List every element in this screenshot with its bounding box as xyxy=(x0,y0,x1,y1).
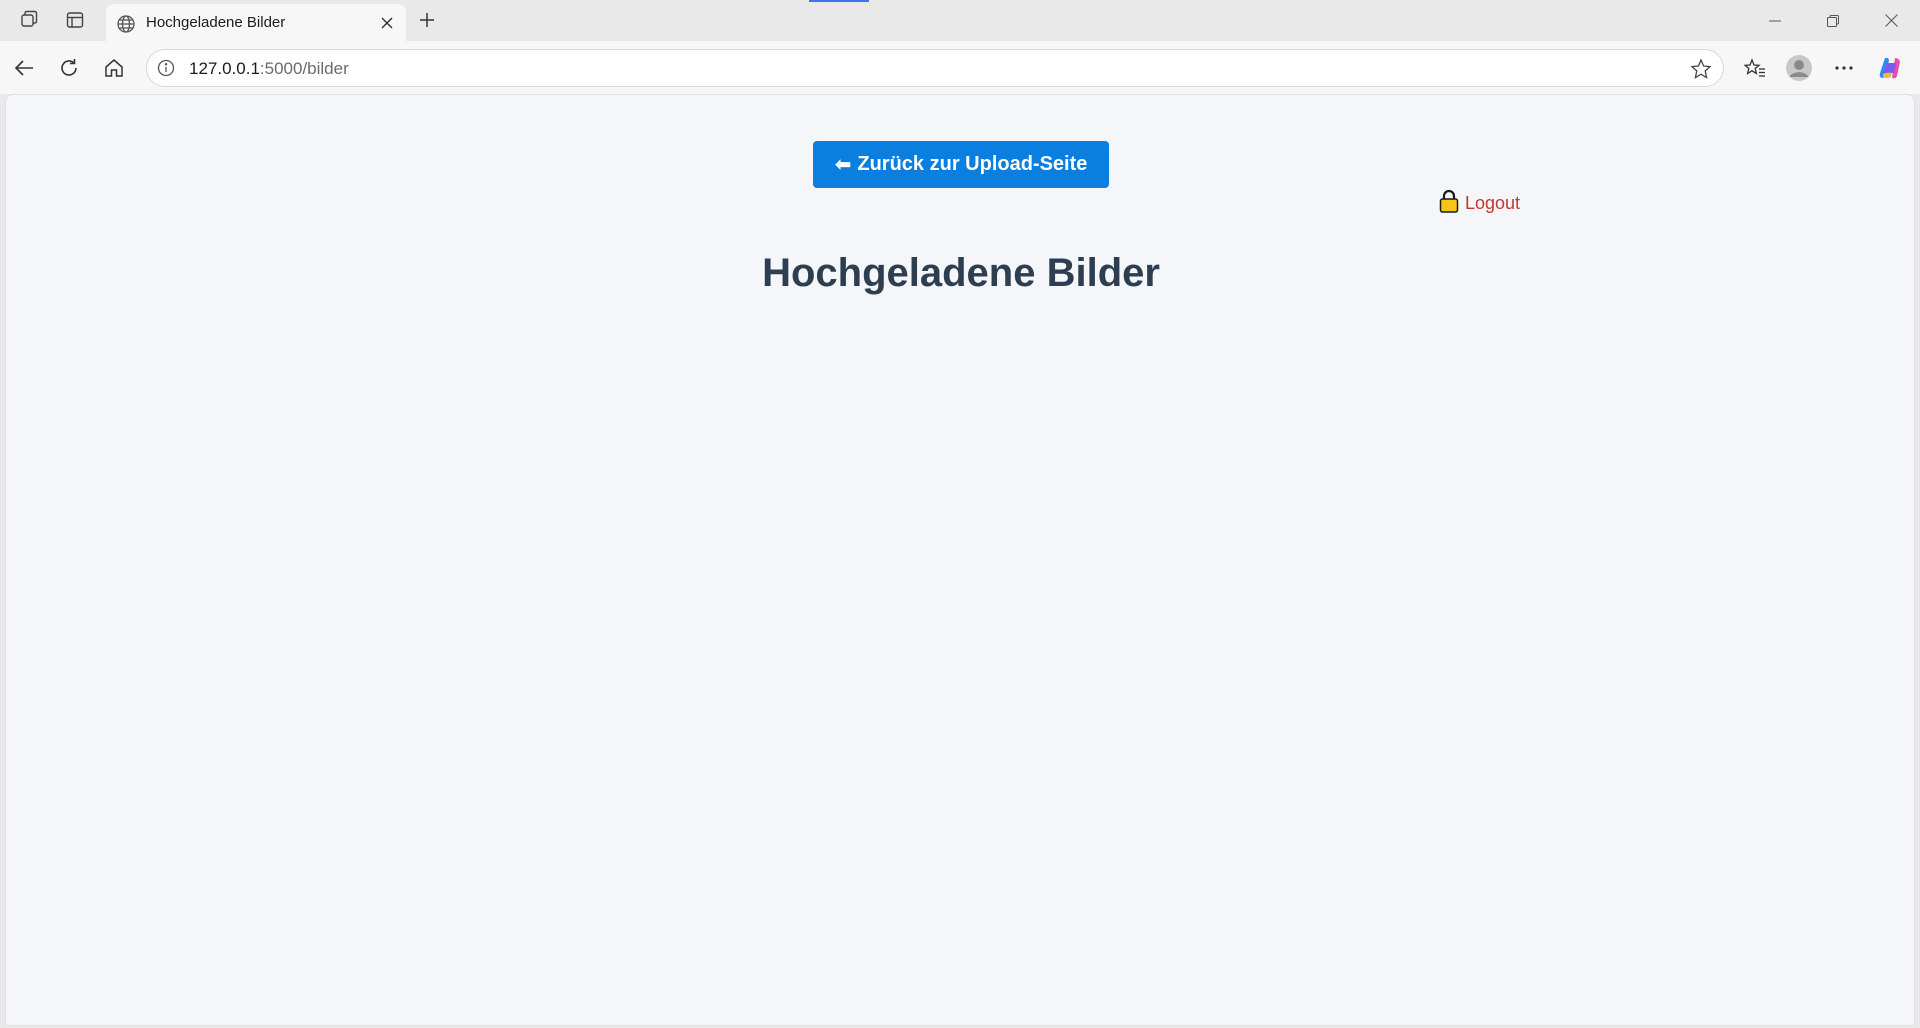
address-bar[interactable]: 127.0.0.1:5000/bilder xyxy=(146,49,1724,87)
site-info-icon[interactable] xyxy=(155,57,177,79)
new-tab-icon[interactable] xyxy=(410,4,444,36)
left-arrow-icon: ⬅ xyxy=(834,154,852,176)
url-text[interactable]: 127.0.0.1:5000/bilder xyxy=(189,59,349,79)
profile-avatar-icon[interactable] xyxy=(1781,50,1817,86)
browser-toolbar: 127.0.0.1:5000/bilder xyxy=(0,41,1920,94)
logout-link[interactable]: Logout xyxy=(1439,189,1521,218)
globe-icon xyxy=(114,12,138,36)
back-to-upload-label: Zurück zur Upload-Seite xyxy=(857,153,1088,175)
minimize-icon[interactable] xyxy=(1746,0,1804,41)
copilot-icon[interactable] xyxy=(1872,50,1908,86)
logout-label: Logout xyxy=(1465,192,1521,213)
url-path: :5000/bilder xyxy=(259,59,349,78)
tab-strip: Hochgeladene Bilder xyxy=(0,0,1920,41)
close-window-icon[interactable] xyxy=(1862,0,1920,41)
lock-icon xyxy=(1439,189,1459,218)
loading-indicator xyxy=(809,0,869,2)
tab-title: Hochgeladene Bilder xyxy=(146,14,286,31)
page-title: Hochgeladene Bilder xyxy=(762,251,1160,295)
more-options-icon[interactable] xyxy=(1826,50,1862,86)
home-icon[interactable] xyxy=(96,50,132,86)
vertical-tabs-icon[interactable] xyxy=(57,4,93,36)
restore-icon[interactable] xyxy=(1804,0,1862,41)
workspaces-icon[interactable] xyxy=(12,4,48,36)
back-arrow-icon[interactable] xyxy=(6,50,42,86)
favorites-icon[interactable] xyxy=(1737,50,1773,86)
reload-icon[interactable] xyxy=(51,50,87,86)
close-tab-icon[interactable] xyxy=(376,12,398,34)
back-to-upload-button[interactable]: ⬅ Zurück zur Upload-Seite xyxy=(813,141,1109,188)
active-tab[interactable]: Hochgeladene Bilder xyxy=(106,4,406,41)
page-content: ⬅ Zurück zur Upload-Seite Logout Hochgel… xyxy=(5,94,1915,1026)
favorite-star-icon[interactable] xyxy=(1689,57,1713,81)
url-host: 127.0.0.1 xyxy=(189,59,260,78)
